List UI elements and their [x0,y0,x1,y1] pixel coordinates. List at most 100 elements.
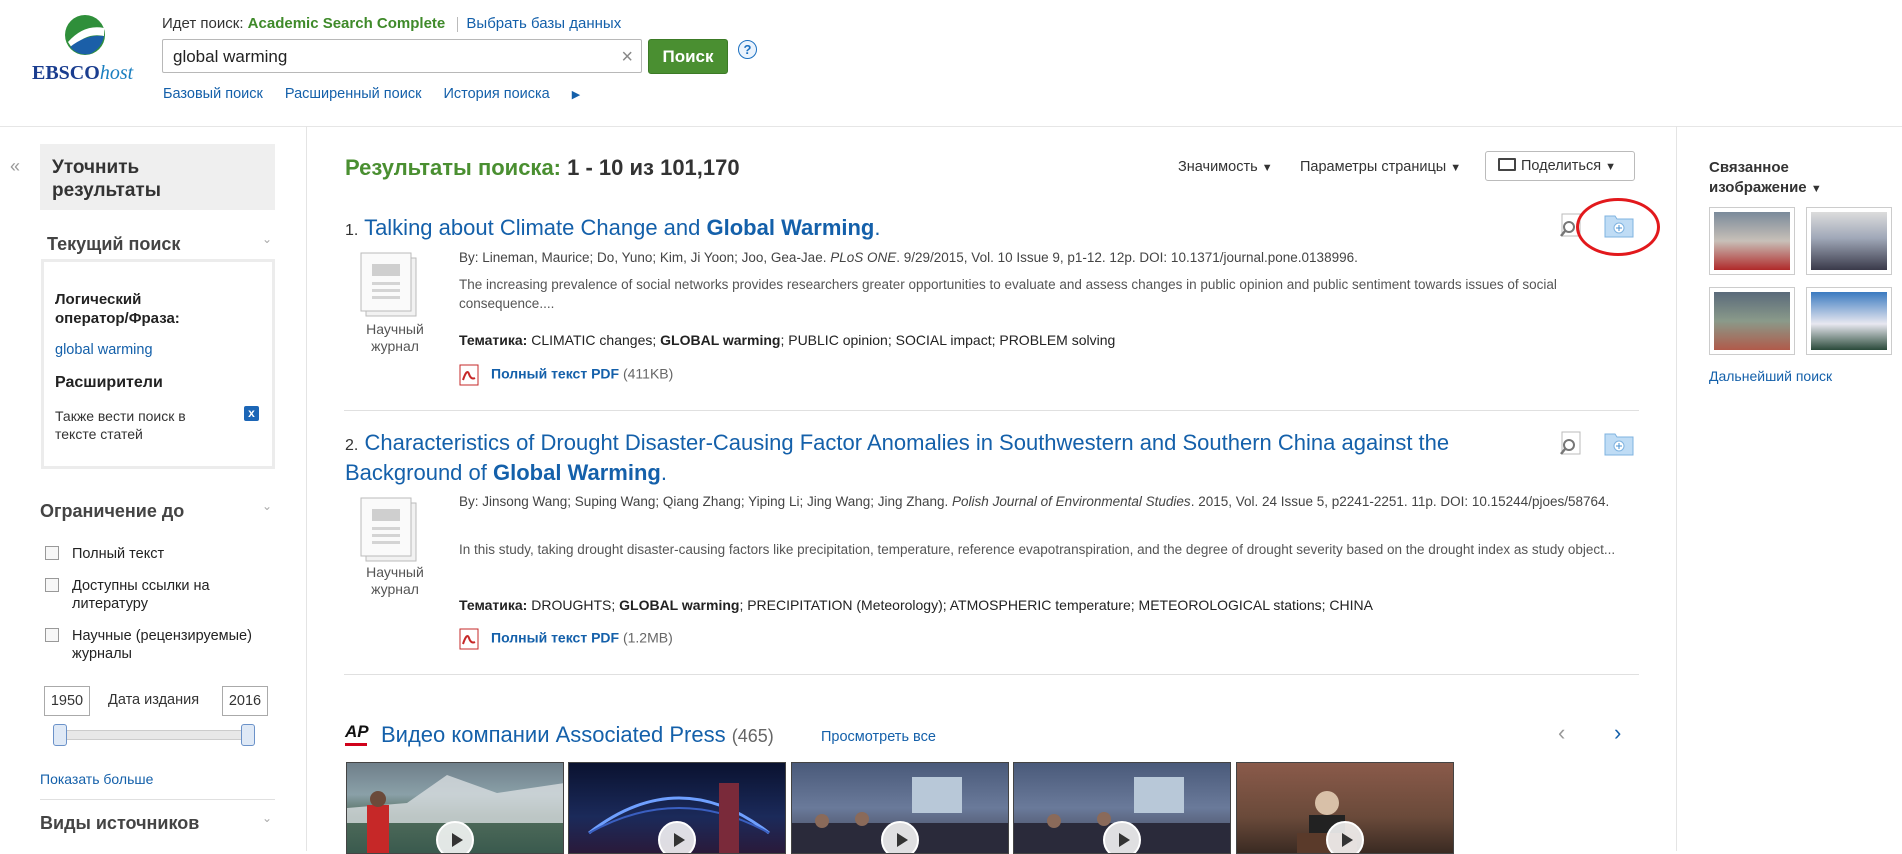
searching-label: Идет поиск: [162,15,244,32]
share-icon [1498,158,1516,171]
show-more-link[interactable]: Показать больше [40,771,153,787]
collapse-sidebar-icon[interactable]: « [10,156,20,177]
result-abstract: In this study, taking drought disaster-c… [459,542,1616,557]
video-thumbnail[interactable] [1013,762,1231,854]
limit-to-title[interactable]: Ограничение до [40,501,184,522]
ap-logo: AP [345,722,369,746]
search-box: × [162,39,642,74]
related-image-thumbnail[interactable] [1710,288,1794,354]
limiter-label: Доступны ссылки на литературу [72,578,210,612]
refine-results-title: Уточнить результаты [52,157,161,201]
result-divider [344,674,1639,675]
pdf-full-text-row: Полный текст PDF (1.2MB) [459,628,673,650]
help-icon[interactable]: ? [738,40,757,59]
advanced-search-link[interactable]: Расширенный поиск [285,86,422,102]
caret-down-icon: ▼ [1261,162,1273,174]
ap-videos-title[interactable]: Видео компании Associated Press (465) [381,722,774,748]
play-icon[interactable] [436,821,474,853]
preview-magnifier-icon[interactable] [1558,430,1584,456]
separator [457,16,459,32]
boolean-phrase-value[interactable]: global warming [55,342,153,358]
search-button[interactable]: Поиск [648,39,728,74]
source-types-title[interactable]: Виды источников [40,813,199,834]
ebsco-globe-icon [65,15,105,55]
video-thumbnail[interactable] [346,762,564,854]
add-to-folder-icon[interactable] [1604,430,1634,456]
chevron-down-icon[interactable]: ⌄ [262,811,272,825]
pdf-icon [459,628,479,650]
video-thumbnail[interactable] [568,762,786,854]
result-abstract: The increasing prevalence of social netw… [459,277,1557,311]
related-image-thumbnail[interactable] [1710,208,1794,274]
choose-databases-link[interactable]: Выбрать базы данных [466,15,621,32]
triangle-right-icon: ▶ [571,89,581,101]
result-citation: By: Jinsong Wang; Suping Wang; Qiang Zha… [459,494,1610,509]
result-title[interactable]: 2. Characteristics of Drought Disaster-C… [345,429,1525,486]
related-image-thumbnail[interactable] [1807,288,1891,354]
checkbox[interactable] [45,546,59,560]
header-divider [0,126,1902,127]
further-search-link[interactable]: Дальнейший поиск [1709,368,1832,384]
sort-relevance-dropdown[interactable]: Значимость ▼ [1178,159,1273,175]
publication-date-label: Дата издания [108,692,200,708]
slider-handle-end[interactable] [241,724,255,746]
ebscohost-logo[interactable]: EBSCOhost [30,12,150,87]
slider-handle-start[interactable] [53,724,67,746]
database-name: Academic Search Complete [247,15,446,32]
checkbox[interactable] [45,628,59,642]
caret-down-icon: ▼ [1450,162,1462,174]
basic-search-link[interactable]: Базовый поиск [163,86,263,102]
result-title[interactable]: 1. Talking about Climate Change and Glob… [345,214,1525,244]
page-options-dropdown[interactable]: Параметры страницы ▼ [1300,159,1461,175]
pdf-icon [459,364,479,386]
view-all-videos-link[interactable]: Просмотреть все [821,729,936,745]
ap-videos-count: (465) [731,726,774,746]
results-heading: Результаты поиска: 1 - 10 из 101,170 [345,155,740,180]
pdf-full-text-link[interactable]: Полный текст PDF [491,630,619,646]
play-icon[interactable] [658,821,696,853]
play-icon[interactable] [1103,821,1141,853]
publication-type-label: Научный журнал [366,564,424,597]
academic-journal-icon [360,252,417,317]
pdf-size: (1.2MB) [622,629,673,646]
clear-search-icon[interactable]: × [621,46,633,69]
limiter-label: Научные (рецензируемые) журналы [72,628,252,662]
related-image-thumbnail[interactable] [1807,208,1891,274]
boolean-phrase-label: Логический оператор/Фраза: [55,291,180,327]
share-button[interactable]: Поделиться ▼ [1485,151,1635,181]
expanders-title: Расширители [55,374,163,391]
results-count: 1 - 10 из 101,170 [567,155,740,180]
caret-down-icon: ▼ [1605,161,1616,173]
search-mode-nav: Базовый поиск Расширенный поиск История … [163,86,616,102]
logo-text: EBSCOhost [32,62,134,84]
publication-year-to[interactable]: 2016 [222,686,268,716]
chevron-down-icon[interactable]: ⌄ [262,232,272,246]
carousel-next-icon[interactable]: › [1614,720,1621,746]
checkbox[interactable] [45,578,59,592]
result-citation: By: Lineman, Maurice; Do, Yuno; Kim, Ji … [459,250,1358,265]
publication-year-from[interactable]: 1950 [44,686,90,716]
highlight-circle-annotation [1576,198,1660,256]
carousel-prev-icon[interactable]: ‹ [1558,720,1565,746]
play-icon[interactable] [881,821,919,853]
video-thumbnail[interactable] [791,762,1009,854]
result-subjects: Тематика: CLIMATIC changes; GLOBAL warmi… [459,332,1116,348]
search-history-link[interactable]: История поиска ▶ [443,86,598,102]
searching-databases-line: Идет поиск: Academic Search Complete Выб… [162,15,621,32]
remove-expander-icon[interactable]: x [244,406,259,421]
divider [40,799,275,800]
caret-down-icon: ▼ [1810,183,1822,195]
result-divider [344,410,1639,411]
chevron-down-icon[interactable]: ⌄ [262,499,272,513]
search-input[interactable] [171,40,615,74]
limiter-label: Полный текст [72,546,165,562]
date-range-slider[interactable] [58,730,248,740]
academic-journal-icon [360,497,417,562]
play-icon[interactable] [1326,821,1364,853]
related-images-title[interactable]: Связанное изображение ▼ [1709,158,1822,199]
expander-fulltext-search: Также вести поиск в тексте статей [55,408,186,442]
pdf-full-text-link[interactable]: Полный текст PDF [491,366,619,382]
right-column-border [1676,126,1677,851]
current-search-title[interactable]: Текущий поиск [47,234,180,255]
video-thumbnail[interactable] [1236,762,1454,854]
